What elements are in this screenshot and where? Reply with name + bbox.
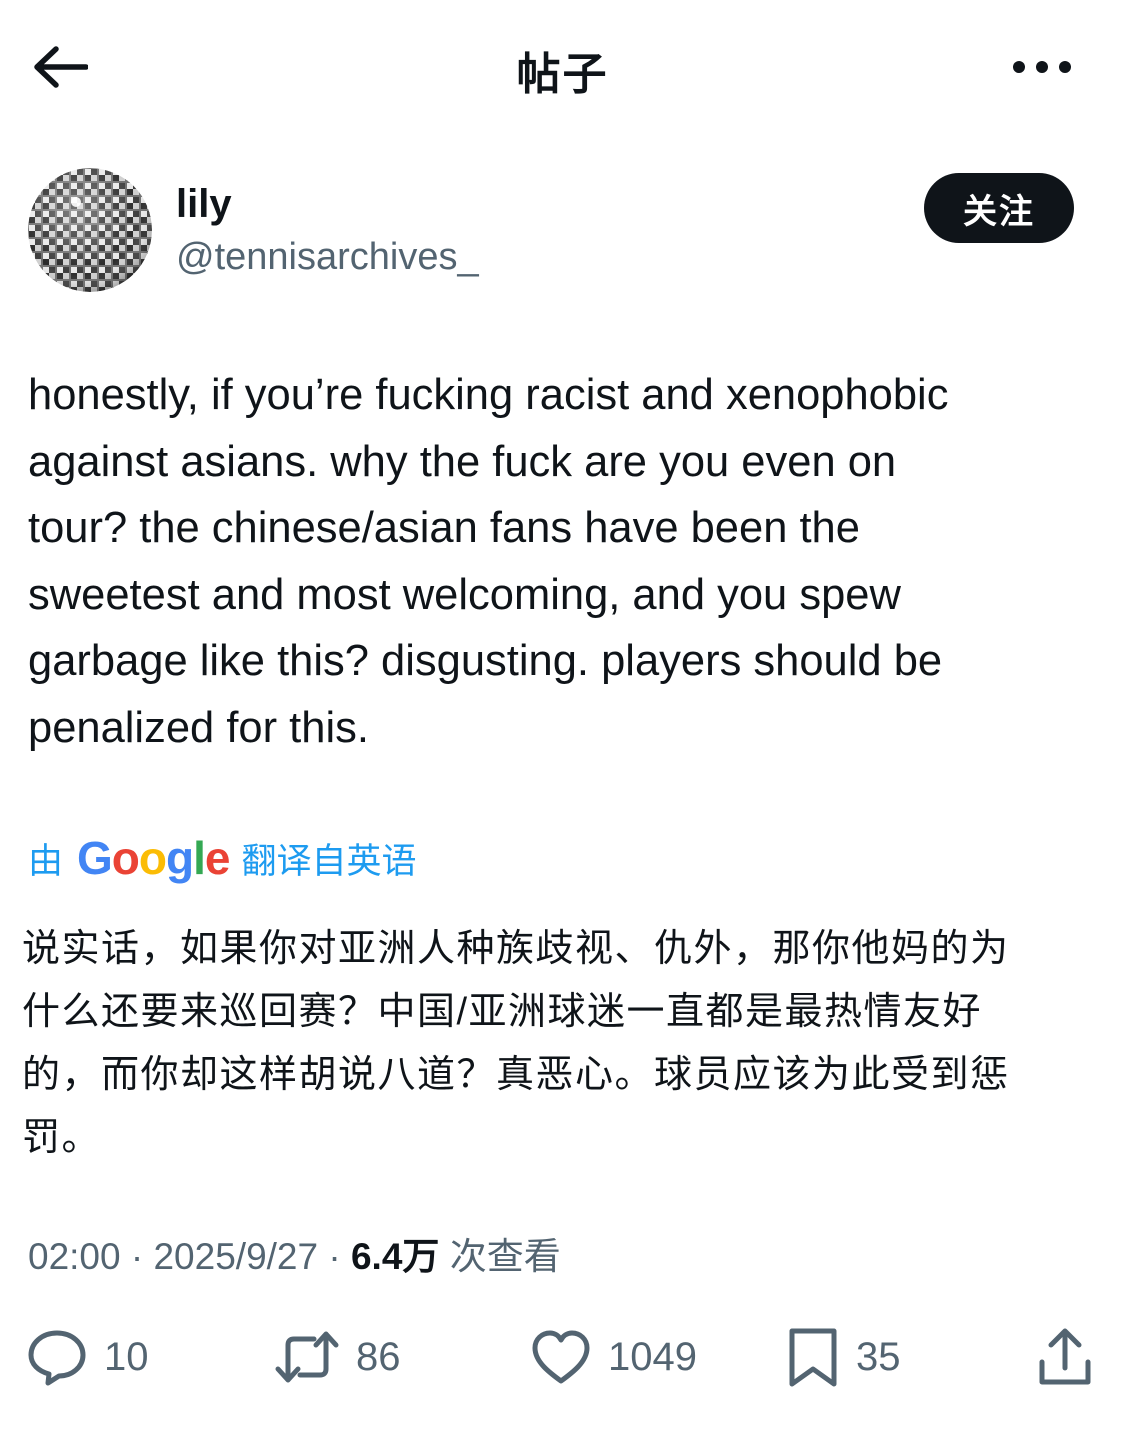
views-label: 次查看 (439, 1236, 561, 1277)
like-count: 1049 (608, 1334, 697, 1379)
avatar[interactable] (28, 168, 152, 292)
bookmark-button[interactable]: 35 (786, 1320, 901, 1394)
repost-icon (275, 1331, 339, 1383)
more-button[interactable] (1002, 44, 1082, 90)
views-count[interactable]: 6.4万 (351, 1226, 439, 1280)
post-date: 2025/9/27 (153, 1236, 319, 1277)
meta-separator: · (120, 1236, 154, 1277)
disco-ball-avatar (28, 168, 152, 292)
top-bar: 帖子 (0, 0, 1125, 132)
post-time: 02:00 (28, 1236, 121, 1277)
author-header: lily @tennisarchives_ 关注 (28, 168, 1088, 298)
repost-button[interactable]: 86 (274, 1320, 401, 1394)
reply-count: 10 (104, 1334, 149, 1379)
share-icon (1039, 1328, 1091, 1385)
translated-text: 说实话，如果你对亚洲人种族歧视、仇外，那你他妈的为 什么还要来巡回赛？中国/亚洲… (22, 928, 1010, 1159)
repost-count: 86 (356, 1334, 401, 1379)
user-handle[interactable]: @tennisarchives_ (176, 236, 479, 279)
reply-button[interactable]: 10 (26, 1320, 149, 1394)
translation-attribution[interactable]: 由 Google 翻译自英语 (28, 830, 417, 886)
bookmark-icon (789, 1328, 837, 1387)
action-bar: 10 86 1049 35 (0, 1320, 1125, 1394)
post-text: honestly, if you’re fucking racist and x… (28, 371, 949, 752)
meta-separator: · (318, 1236, 351, 1277)
translated-by-label: 由 (28, 841, 64, 881)
page-title: 帖子 (516, 50, 609, 99)
display-name[interactable]: lily (176, 182, 232, 227)
translated-from-label: 翻译自英语 (241, 841, 417, 881)
more-horizontal-icon (1013, 61, 1071, 73)
post-meta: 02:00 · 2025/9/27 · 6.4万 次查看 (28, 1226, 561, 1280)
google-logo: Google (77, 832, 230, 884)
like-button[interactable]: 1049 (530, 1320, 697, 1394)
follow-button[interactable]: 关注 (924, 173, 1074, 243)
heart-icon (532, 1330, 590, 1384)
reply-icon (28, 1330, 86, 1386)
share-button[interactable] (1036, 1320, 1094, 1394)
bookmark-count: 35 (856, 1334, 901, 1379)
